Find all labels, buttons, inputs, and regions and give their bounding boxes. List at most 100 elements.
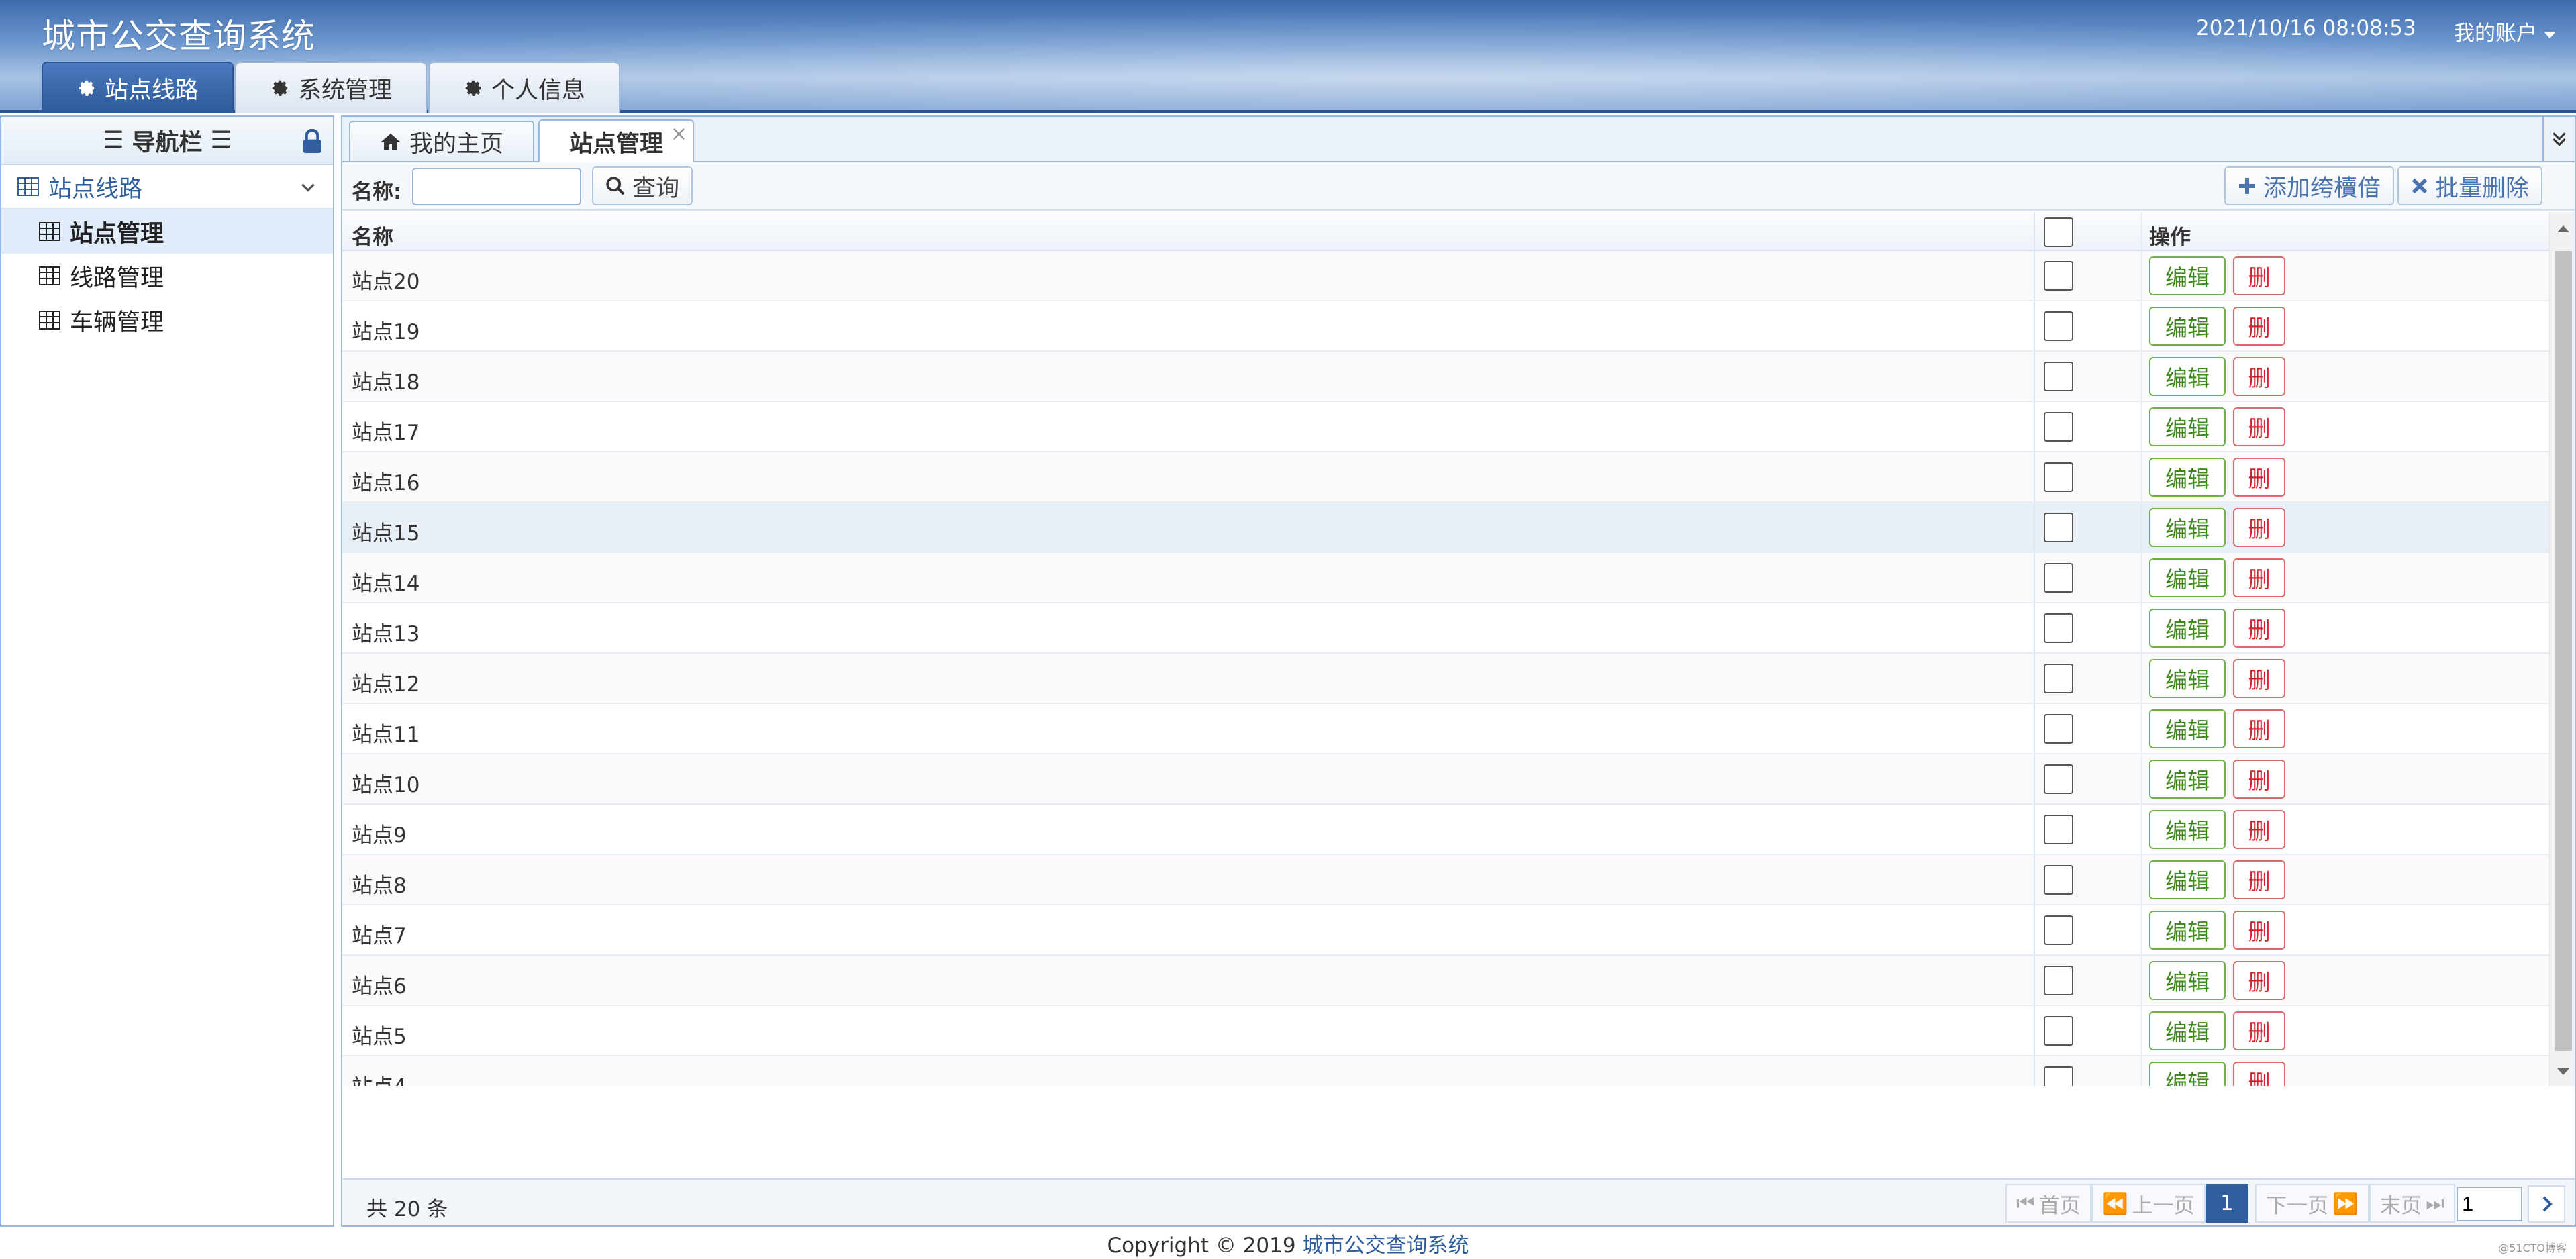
- row-checkbox[interactable]: [2044, 311, 2073, 341]
- table-row[interactable]: 站点13 编辑删: [342, 603, 2575, 654]
- edit-button[interactable]: 编辑: [2149, 307, 2226, 346]
- table-row[interactable]: 站点8 编辑删: [342, 855, 2575, 905]
- table-row[interactable]: 站点19 编辑删: [342, 301, 2575, 352]
- table-row[interactable]: 站点5 编辑删: [342, 1006, 2575, 1056]
- edit-button[interactable]: 编辑: [2149, 458, 2226, 497]
- current-page-button[interactable]: 1: [2206, 1184, 2248, 1223]
- delete-button[interactable]: 删: [2233, 1062, 2285, 1086]
- row-checkbox[interactable]: [2044, 915, 2073, 945]
- edit-button[interactable]: 编辑: [2149, 508, 2226, 547]
- table-row[interactable]: 站点16 编辑删: [342, 452, 2575, 503]
- vertical-scrollbar[interactable]: [2549, 212, 2575, 1086]
- scroll-up-arrow-icon[interactable]: [2557, 225, 2569, 232]
- row-checkbox[interactable]: [2044, 714, 2073, 744]
- edit-button[interactable]: 编辑: [2149, 1062, 2226, 1086]
- delete-button[interactable]: 删: [2233, 1011, 2285, 1050]
- edit-button[interactable]: 编辑: [2149, 860, 2226, 899]
- delete-button[interactable]: 删: [2233, 961, 2285, 1000]
- page-number-input[interactable]: [2457, 1187, 2522, 1221]
- next-page-button[interactable]: 下一页 ⏩: [2255, 1184, 2369, 1223]
- row-checkbox[interactable]: [2044, 815, 2073, 844]
- delete-button[interactable]: 删: [2233, 760, 2285, 799]
- row-checkbox[interactable]: [2044, 966, 2073, 995]
- scroll-thumb[interactable]: [2555, 251, 2572, 1051]
- edit-button[interactable]: 编辑: [2149, 1011, 2226, 1050]
- delete-button[interactable]: 删: [2233, 558, 2285, 597]
- table-row[interactable]: 站点18 编辑删: [342, 352, 2575, 402]
- table-row[interactable]: 站点7 编辑删: [342, 905, 2575, 956]
- delete-button[interactable]: 删: [2233, 508, 2285, 547]
- delete-button[interactable]: 删: [2233, 458, 2285, 497]
- batch-delete-button[interactable]: 批量删除: [2397, 166, 2543, 205]
- table-row[interactable]: 站点14 编辑删: [342, 553, 2575, 603]
- table-row[interactable]: 站点6 编辑删: [342, 956, 2575, 1006]
- row-checkbox[interactable]: [2044, 563, 2073, 593]
- row-checkbox[interactable]: [2044, 1016, 2073, 1046]
- table-row[interactable]: 站点17 编辑删: [342, 402, 2575, 452]
- delete-button[interactable]: 删: [2233, 810, 2285, 849]
- edit-button[interactable]: 编辑: [2149, 256, 2226, 295]
- table-row[interactable]: 站点10 编辑删: [342, 754, 2575, 805]
- row-checkbox[interactable]: [2044, 462, 2073, 492]
- go-page-button[interactable]: [2528, 1185, 2565, 1223]
- row-checkbox[interactable]: [2044, 261, 2073, 291]
- tab-home[interactable]: 我的主页: [349, 121, 535, 161]
- sidebar-item-vehicle-management[interactable]: 车辆管理: [1, 298, 333, 342]
- query-button[interactable]: 查询: [592, 166, 693, 205]
- delete-button[interactable]: 删: [2233, 860, 2285, 899]
- edit-button[interactable]: 编辑: [2149, 659, 2226, 698]
- delete-button[interactable]: 删: [2233, 256, 2285, 295]
- top-tab-system-admin[interactable]: 系统管理: [235, 62, 428, 113]
- row-checkbox[interactable]: [2044, 664, 2073, 693]
- sidebar-item-route-management[interactable]: 线路管理: [1, 254, 333, 298]
- row-checkbox[interactable]: [2044, 412, 2073, 442]
- edit-button[interactable]: 编辑: [2149, 609, 2226, 648]
- sidebar-section-stations-lines[interactable]: 站点线路: [1, 165, 333, 209]
- edit-button[interactable]: 编辑: [2149, 911, 2226, 950]
- first-page-button[interactable]: ⏮ 首页: [2005, 1184, 2091, 1223]
- close-icon[interactable]: ×: [671, 122, 687, 146]
- delete-button[interactable]: 删: [2233, 911, 2285, 950]
- delete-button[interactable]: 删: [2233, 609, 2285, 648]
- row-checkbox[interactable]: [2044, 865, 2073, 895]
- row-checkbox[interactable]: [2044, 513, 2073, 542]
- table-row[interactable]: 站点20 编辑删: [342, 251, 2575, 301]
- station-name: 站点14: [352, 572, 420, 596]
- delete-button[interactable]: 删: [2233, 407, 2285, 446]
- table-row[interactable]: 站点9 编辑删: [342, 805, 2575, 855]
- prev-page-button[interactable]: ⏪ 上一页: [2091, 1184, 2206, 1223]
- last-page-button[interactable]: 末页 ⏭: [2369, 1184, 2455, 1223]
- top-tab-stations-lines[interactable]: 站点线路: [42, 62, 234, 113]
- select-all-checkbox[interactable]: [2044, 217, 2073, 247]
- table-row[interactable]: 站点15 编辑删: [342, 503, 2575, 553]
- row-checkbox[interactable]: [2044, 764, 2073, 794]
- top-tab-personal-info[interactable]: 个人信息: [428, 62, 621, 113]
- edit-button[interactable]: 编辑: [2149, 961, 2226, 1000]
- edit-button[interactable]: 编辑: [2149, 357, 2226, 396]
- name-search-input[interactable]: [412, 168, 581, 205]
- edit-button[interactable]: 编辑: [2149, 760, 2226, 799]
- row-checkbox[interactable]: [2044, 613, 2073, 643]
- delete-button[interactable]: 删: [2233, 307, 2285, 346]
- row-checkbox[interactable]: [2044, 362, 2073, 391]
- edit-button[interactable]: 编辑: [2149, 558, 2226, 597]
- delete-button[interactable]: 删: [2233, 709, 2285, 748]
- sidebar-item-station-management[interactable]: 站点管理: [1, 209, 333, 254]
- table-row[interactable]: 站点12 编辑删: [342, 654, 2575, 704]
- edit-button[interactable]: 编辑: [2149, 709, 2226, 748]
- lock-icon[interactable]: [301, 129, 324, 154]
- table-row[interactable]: 站点4 编辑删: [342, 1056, 2575, 1086]
- row-checkbox[interactable]: [2044, 1066, 2073, 1086]
- account-label: 我的账户: [2454, 21, 2537, 46]
- delete-button[interactable]: 删: [2233, 357, 2285, 396]
- footer-system-link[interactable]: 城市公交查询系统: [1302, 1233, 1469, 1258]
- table-row[interactable]: 站点11 编辑删: [342, 704, 2575, 754]
- collapse-panel-button[interactable]: [2542, 117, 2575, 161]
- account-menu[interactable]: 我的账户: [2454, 16, 2556, 46]
- edit-button[interactable]: 编辑: [2149, 407, 2226, 446]
- edit-button[interactable]: 编辑: [2149, 810, 2226, 849]
- add-station-button[interactable]: 添加绔櫝偣: [2224, 166, 2395, 205]
- delete-button[interactable]: 删: [2233, 659, 2285, 698]
- scroll-down-arrow-icon[interactable]: [2557, 1068, 2569, 1075]
- tab-station-management[interactable]: 站点管理 ×: [538, 119, 695, 162]
